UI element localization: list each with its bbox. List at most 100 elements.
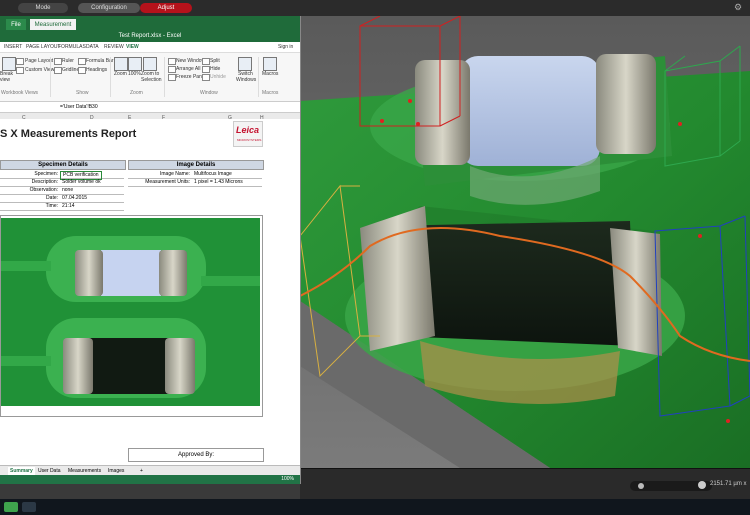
menu-review[interactable]: REVIEW <box>104 44 124 50</box>
hide-button[interactable]: Hide <box>210 66 220 72</box>
menu-view[interactable]: VIEW <box>126 44 139 50</box>
hide-icon[interactable] <box>202 66 210 73</box>
custom-views-button[interactable]: Custom Views <box>25 67 57 73</box>
arrange-all-icon[interactable] <box>168 66 176 73</box>
pcb-image <box>0 215 263 417</box>
headings-label: Headings <box>86 67 108 73</box>
zoom-selection-icon[interactable] <box>143 57 157 71</box>
page-layout-icon[interactable] <box>16 58 24 65</box>
zoom-icon[interactable] <box>114 57 128 71</box>
sheet-tab-measurements[interactable]: Measurements <box>66 467 103 475</box>
sheet-tab-user-data[interactable]: User Data <box>36 467 63 475</box>
macros-button[interactable]: Macros <box>262 71 278 77</box>
excel-taskbar-icon[interactable] <box>4 502 18 512</box>
group-workbook-views: Workbook Views <box>1 90 39 96</box>
row-value[interactable]: Multifocus Image <box>194 171 232 178</box>
headings-checkbox[interactable] <box>78 67 86 74</box>
taskbar <box>0 499 750 515</box>
page-break-icon[interactable] <box>2 57 16 71</box>
specimen-row: Specimen: PCB verification <box>0 171 124 180</box>
adjust-tab[interactable]: Adjust <box>140 3 192 13</box>
row-value[interactable]: 1 pixel = 1.43 Microns <box>194 179 243 186</box>
ruler-label: Ruler <box>62 58 74 64</box>
specimen-row: Description: Solder volume ok <box>0 179 124 187</box>
app-tab-row: File Measurement <box>0 16 300 30</box>
page-layout-button[interactable]: Page Layout <box>25 58 53 64</box>
leica-logo: Leica MICROSYSTEMS <box>233 121 263 147</box>
split-icon[interactable] <box>202 58 210 65</box>
specimen-row: Observation: none <box>0 187 124 195</box>
split-button[interactable]: Split <box>210 58 220 64</box>
ribbon-divider <box>50 57 51 97</box>
app-taskbar-icon[interactable] <box>22 502 36 512</box>
ruler-checkbox[interactable] <box>54 58 62 65</box>
sheet-tab-summary[interactable]: Summary <box>8 467 35 475</box>
formula-bar[interactable]: ='User Data'!B30 <box>0 102 300 113</box>
top-bar: Mode Configuration Adjust ⚙ <box>0 0 750 17</box>
pcb-3d-render <box>300 16 750 468</box>
measurement-tab[interactable]: Measurement <box>30 19 76 30</box>
menu-formulas[interactable]: FORMULAS <box>58 44 86 50</box>
unhide-button[interactable]: Unhide <box>210 74 226 80</box>
measurement-tab-label: Measurement <box>34 21 72 28</box>
3d-viewport[interactable] <box>300 16 750 468</box>
zoom-level: 100% <box>281 476 294 482</box>
logo-subtext: MICROSYSTEMS <box>237 138 262 142</box>
new-window-icon[interactable] <box>168 58 176 65</box>
sheet-tab-images[interactable]: Images <box>106 467 126 475</box>
report-title: S X Measurements Report <box>0 128 137 140</box>
add-sheet-button[interactable]: + <box>138 467 145 475</box>
viewport-status-bar: 2151.71 µm x <box>300 468 750 500</box>
switch-windows-icon[interactable] <box>238 57 252 71</box>
sign-in-link[interactable]: Sign in <box>278 44 293 50</box>
excel-title: Test Report.xlsx - Excel <box>0 30 300 42</box>
row-value[interactable]: 21:14 <box>62 203 75 210</box>
freeze-panes-icon[interactable] <box>168 74 176 81</box>
ribbon-divider <box>110 57 111 97</box>
menu-insert[interactable]: INSERT <box>4 44 22 50</box>
group-show: Show <box>76 90 89 96</box>
unhide-icon[interactable] <box>202 74 210 81</box>
image-row: Measurement Units: 1 pixel = 1.43 Micron… <box>128 179 262 187</box>
menu-data[interactable]: DATA <box>86 44 99 50</box>
row-label: Description: <box>31 179 58 185</box>
file-tab[interactable]: File <box>6 19 26 30</box>
zoom-100-button[interactable]: 100% <box>128 71 141 77</box>
excel-status-bar: 100% <box>0 475 300 484</box>
menu-page-layout[interactable]: PAGE LAYOUT <box>26 44 61 50</box>
worksheet[interactable]: S X Measurements Report Leica MICROSYSTE… <box>0 119 300 462</box>
configuration-tab[interactable]: Configuration <box>78 3 140 13</box>
row-value[interactable]: none <box>62 187 73 194</box>
formula-bar-checkbox[interactable] <box>78 58 86 65</box>
approved-by[interactable]: Approved By: <box>128 448 264 462</box>
group-macros: Macros <box>262 90 279 96</box>
macros-icon[interactable] <box>263 57 277 71</box>
zoom-100-icon[interactable] <box>128 57 142 71</box>
gridlines-checkbox[interactable] <box>54 67 62 74</box>
adjust-label: Adjust <box>157 5 175 11</box>
group-window: Window <box>200 90 218 96</box>
ribbon-divider <box>258 57 259 97</box>
arrange-all-button[interactable]: Arrange All <box>176 66 200 72</box>
specimen-row: Date: 07.04.2015 <box>0 195 124 203</box>
view-label: view <box>0 77 11 83</box>
dimension-readout: 2151.71 µm x <box>710 481 747 487</box>
settings-gear-icon[interactable]: ⚙ <box>734 2 744 12</box>
specimen-header: Specimen Details <box>0 160 126 170</box>
row-label: Observation: <box>29 187 58 193</box>
new-window-button[interactable]: New Window <box>176 58 205 64</box>
zoom-slider-knob[interactable] <box>638 483 644 489</box>
windows-label: Windows <box>236 77 257 83</box>
image-header: Image Details <box>128 160 264 170</box>
zoom-button[interactable]: Zoom <box>114 71 127 77</box>
mode-button[interactable]: Mode <box>18 3 68 13</box>
custom-views-icon[interactable] <box>16 67 24 74</box>
row-value[interactable]: Solder volume ok <box>62 179 101 186</box>
row-label: Image Name: <box>159 171 190 177</box>
measure-icon[interactable] <box>698 481 706 489</box>
ribbon-tabs: INSERT PAGE LAYOUT FORMULAS DATA REVIEW … <box>0 42 300 53</box>
file-tab-label: File <box>11 21 21 28</box>
group-zoom: Zoom <box>130 90 143 96</box>
ribbon-divider <box>164 57 165 97</box>
row-value[interactable]: 07.04.2015 <box>62 195 87 202</box>
